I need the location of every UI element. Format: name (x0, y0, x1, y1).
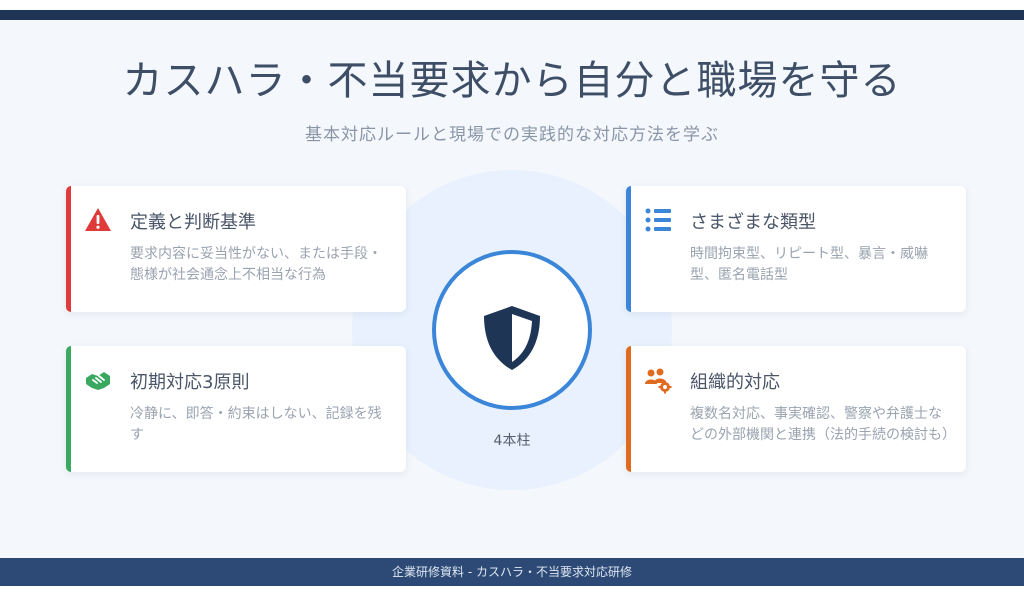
footer: 企業研修資料 - カスハラ・不当要求対応研修 (0, 558, 1024, 586)
team-gear-icon (645, 368, 672, 394)
slide: カスハラ・不当要求から自分と職場を守る 基本対応ルールと現場での実践的な対応方法… (0, 10, 1024, 586)
card-accent-stripe (66, 346, 71, 472)
card-initial-response: 初期対応3原則 冷静に、即答・約束はしない、記録を残す (66, 346, 406, 472)
card-organizational-response: 組織的対応 複数名対応、事実確認、警察や弁護士などの外部機関と連携（法的手続の検… (626, 346, 966, 472)
handshake-icon (86, 372, 110, 390)
card-definition: 定義と判断基準 要求内容に妥当性がない、または手段・態様が社会通念上不相当な行為 (66, 186, 406, 312)
card-accent-stripe (626, 346, 631, 472)
card-accent-stripe (626, 186, 631, 312)
card-description: 冷静に、即答・約束はしない、記録を残す (130, 406, 382, 443)
warning-icon (85, 208, 111, 231)
card-accent-stripe (66, 186, 71, 312)
top-bar (0, 10, 1024, 20)
card-types: さまざまな類型 時間拘束型、リピート型、暴言・威嚇型、匿名電話型 (626, 186, 966, 312)
card-title: 初期対応3原則 (130, 372, 250, 393)
card-title: 組織的対応 (690, 372, 780, 393)
page-title: カスハラ・不当要求から自分と職場を守る (122, 58, 902, 104)
card-description: 要求内容に妥当性がない、または手段・態様が社会通念上不相当な行為 (130, 246, 382, 283)
card-title: さまざまな類型 (690, 212, 816, 233)
list-icon (645, 208, 671, 232)
card-title: 定義と判断基準 (130, 212, 256, 233)
shield-icon (484, 306, 540, 370)
page-subtitle: 基本対応ルールと現場での実践的な対応方法を学ぶ (305, 125, 719, 145)
card-description: 時間拘束型、リピート型、暴言・威嚇型、匿名電話型 (690, 246, 928, 283)
center-label: 4本柱 (493, 433, 531, 449)
card-description: 複数名対応、事実確認、警察や弁護士などの外部機関と連携（法的手続の検討も） (690, 406, 956, 443)
